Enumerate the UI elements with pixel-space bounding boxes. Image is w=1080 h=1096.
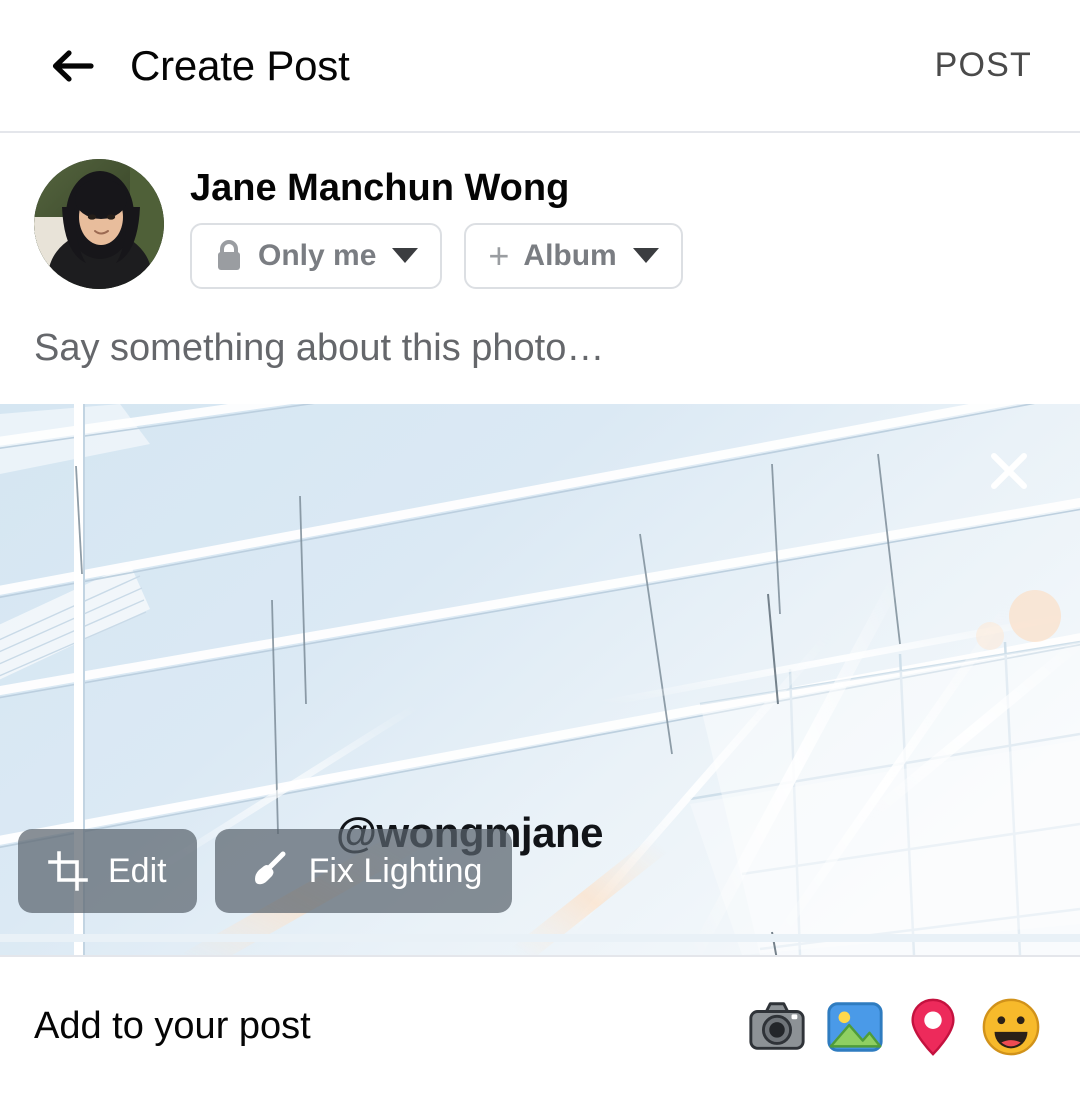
privacy-selector[interactable]: Only me [190,222,443,289]
avatar[interactable] [34,159,164,289]
plus-icon: + [488,234,510,276]
location-pin-icon[interactable] [900,994,966,1060]
app-header: Create Post POST [0,0,1080,133]
composer: Jane Manchun Wong Only me + Album Say so… [0,133,1080,404]
create-post-screen: Create Post POST Jane Manchun Wong Only … [0,0,1080,1096]
edit-button[interactable]: Edit [18,829,197,913]
close-icon[interactable] [978,440,1040,502]
photo-preview[interactable]: @wongmjane Edit Fix Lig [0,404,1080,957]
fix-lighting-button[interactable]: Fix Lighting [214,829,513,913]
add-to-post-bar: Add to your post [0,957,1080,1096]
fix-lighting-label: Fix Lighting [308,851,483,890]
album-selector[interactable]: + Album [464,222,683,289]
photo-icon[interactable] [822,994,888,1060]
post-button[interactable]: POST [931,38,1036,93]
photo-action-row: Edit Fix Lighting [18,829,513,913]
status-input[interactable]: Say something about this photo… [34,289,1046,404]
back-arrow-icon[interactable] [44,39,98,93]
pill-row: Only me + Album [190,222,683,289]
brush-icon [245,849,289,893]
identity-details: Jane Manchun Wong Only me + Album [190,159,683,289]
edit-label: Edit [108,851,167,890]
smiley-face-icon[interactable] [978,994,1044,1060]
add-to-post-label: Add to your post [34,1005,311,1047]
user-name: Jane Manchun Wong [190,167,570,209]
chevron-down-icon [392,248,419,264]
crop-icon [48,851,88,891]
attachment-icons [744,994,1044,1060]
page-title: Create Post [130,41,350,89]
album-label: Album [523,238,617,272]
lock-icon [214,239,244,273]
identity-row: Jane Manchun Wong Only me + Album [34,159,1046,289]
camera-icon[interactable] [744,994,810,1060]
privacy-label: Only me [258,238,377,272]
chevron-down-icon [632,248,659,264]
